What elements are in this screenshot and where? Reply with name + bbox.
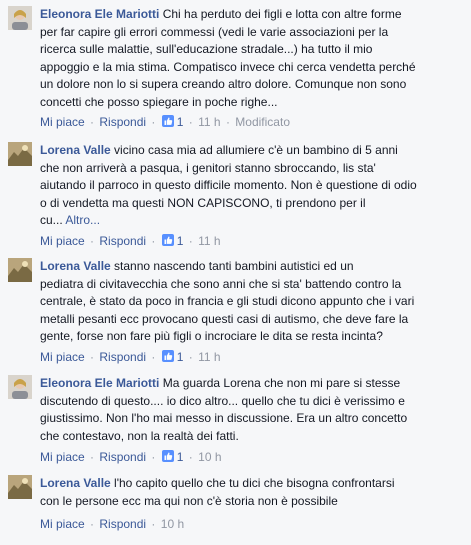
comment-text-line: gente, forse non fare più figli o incroc… bbox=[40, 329, 383, 343]
comment-text-line: concetti che posso spiegare in poche rig… bbox=[40, 94, 278, 109]
comment-text-line: Ma guarda Lorena che non mi pare si stes… bbox=[162, 376, 401, 390]
comment-actions: Mi piace · Rispondi · 1 · 11 h bbox=[40, 349, 221, 365]
comment-actions: Mi piace · Rispondi · 1 · 11 h bbox=[40, 233, 221, 249]
comment-text-line: Chi ha perduto dei figli e lotta con alt… bbox=[162, 7, 402, 21]
like-link[interactable]: Mi piace bbox=[40, 517, 85, 531]
comment-body: Lorena Valle stanno nascendo tanti bambi… bbox=[40, 258, 465, 346]
reply-link[interactable]: Rispondi bbox=[99, 517, 146, 531]
avatar[interactable] bbox=[8, 6, 32, 30]
avatar[interactable] bbox=[8, 475, 32, 499]
comment-author[interactable]: Eleonora Ele Mariotti bbox=[40, 7, 159, 21]
comment-body: Lorena Valle l'ho capito quello che tu d… bbox=[40, 475, 465, 510]
comment-text-line: aiutando il parroco in questo difficile … bbox=[40, 178, 417, 192]
timestamp[interactable]: 10 h bbox=[198, 450, 221, 464]
comment-text-line: ricerca sulle malattie, sull'educazione … bbox=[40, 42, 373, 56]
comment-text-line: per far capire gli errori commessi (vedi… bbox=[40, 24, 389, 39]
timestamp[interactable]: 11 h bbox=[198, 350, 220, 364]
comment-thread: Eleonora Ele Mariotti Chi ha perduto dei… bbox=[0, 0, 471, 545]
comment-author[interactable]: Lorena Valle bbox=[40, 259, 111, 273]
edited-label[interactable]: Modificato bbox=[235, 115, 290, 129]
thumbs-up-icon[interactable] bbox=[161, 233, 175, 251]
more-link[interactable]: Altro... bbox=[65, 213, 100, 227]
comment-body: Lorena Valle vicino casa mia ad allumier… bbox=[40, 142, 465, 230]
comment-text-line: o di vendetta ma questi NON CAPISCONO, t… bbox=[40, 195, 366, 210]
separator: · bbox=[90, 517, 95, 531]
comment-text-line: appoggio e la mia stima. Compatisco inve… bbox=[40, 59, 416, 74]
like-count[interactable]: 1 bbox=[177, 450, 184, 464]
separator: · bbox=[151, 115, 156, 129]
reply-link[interactable]: Rispondi bbox=[99, 450, 146, 464]
separator: · bbox=[188, 350, 193, 364]
timestamp[interactable]: 10 h bbox=[161, 517, 184, 531]
separator: · bbox=[225, 115, 230, 129]
comment-text-line: pediatra di civitavecchia che sono anni … bbox=[40, 276, 402, 291]
reply-link[interactable]: Rispondi bbox=[99, 234, 146, 248]
comment-body: Eleonora Ele Mariotti Chi ha perduto dei… bbox=[40, 6, 465, 111]
comment-text-line: discutendo di questo.... io dico altro..… bbox=[40, 393, 405, 408]
like-count[interactable]: 1 bbox=[177, 234, 184, 248]
comment-text-line: un dolore non lo si supera creando altro… bbox=[40, 77, 407, 91]
comment-text-line: l'ho capito quello che tu dici che bisog… bbox=[114, 476, 395, 490]
comment-text-line: con le persone ecc ma qui non c'è storia… bbox=[40, 493, 338, 508]
like-count[interactable]: 1 bbox=[177, 350, 184, 364]
comment-text-line: metalli pesanti ecc provocano questi cas… bbox=[40, 311, 409, 326]
separator: · bbox=[90, 234, 95, 248]
separator: · bbox=[90, 350, 95, 364]
reply-link[interactable]: Rispondi bbox=[99, 350, 146, 364]
reply-link[interactable]: Rispondi bbox=[99, 115, 146, 129]
separator: · bbox=[151, 350, 156, 364]
like-link[interactable]: Mi piace bbox=[40, 450, 85, 464]
comment-text-line: che non arriverà a pasqua, i genitori st… bbox=[40, 160, 376, 175]
thumbs-up-icon[interactable] bbox=[161, 449, 175, 467]
timestamp[interactable]: 11 h bbox=[198, 234, 220, 248]
comment-author[interactable]: Eleonora Ele Mariotti bbox=[40, 376, 159, 390]
timestamp[interactable]: 11 h bbox=[198, 115, 220, 129]
comment-text-line: che contestavo, non la realtà dei fatti. bbox=[40, 428, 239, 443]
thumbs-up-icon[interactable] bbox=[161, 349, 175, 367]
like-link[interactable]: Mi piace bbox=[40, 350, 85, 364]
like-link[interactable]: Mi piace bbox=[40, 115, 85, 129]
avatar[interactable] bbox=[8, 142, 32, 166]
comment-actions: Mi piace · Rispondi · 1 · 10 h bbox=[40, 449, 222, 465]
separator: · bbox=[90, 115, 95, 129]
separator: · bbox=[188, 234, 193, 248]
like-count[interactable]: 1 bbox=[177, 115, 184, 129]
comment-text-line: vicino casa mia ad allumiere c'è un bamb… bbox=[114, 143, 398, 157]
avatar[interactable] bbox=[8, 258, 32, 282]
avatar[interactable] bbox=[8, 375, 32, 399]
separator: · bbox=[90, 450, 95, 464]
separator: · bbox=[151, 517, 156, 531]
like-link[interactable]: Mi piace bbox=[40, 234, 85, 248]
separator: · bbox=[188, 115, 193, 129]
comment-text-line: cu... bbox=[40, 213, 63, 227]
comment-text-line: giustissimo. Non l'ho mai messo in discu… bbox=[40, 411, 408, 425]
comment-author[interactable]: Lorena Valle bbox=[40, 476, 111, 490]
separator: · bbox=[151, 234, 156, 248]
comment-text-line: centrale, è stato da poco in francia e g… bbox=[40, 294, 415, 308]
separator: · bbox=[188, 450, 193, 464]
comment-actions: Mi piace · Rispondi · 10 h bbox=[40, 516, 184, 532]
comment-actions: Mi piace · Rispondi · 1 · 11 h · Modific… bbox=[40, 114, 290, 130]
comment-author[interactable]: Lorena Valle bbox=[40, 143, 111, 157]
thumbs-up-icon[interactable] bbox=[161, 114, 175, 132]
comment-body: Eleonora Ele Mariotti Ma guarda Lorena c… bbox=[40, 375, 465, 445]
comment-text-line: stanno nascendo tanti bambini autistici … bbox=[114, 259, 354, 273]
separator: · bbox=[151, 450, 156, 464]
